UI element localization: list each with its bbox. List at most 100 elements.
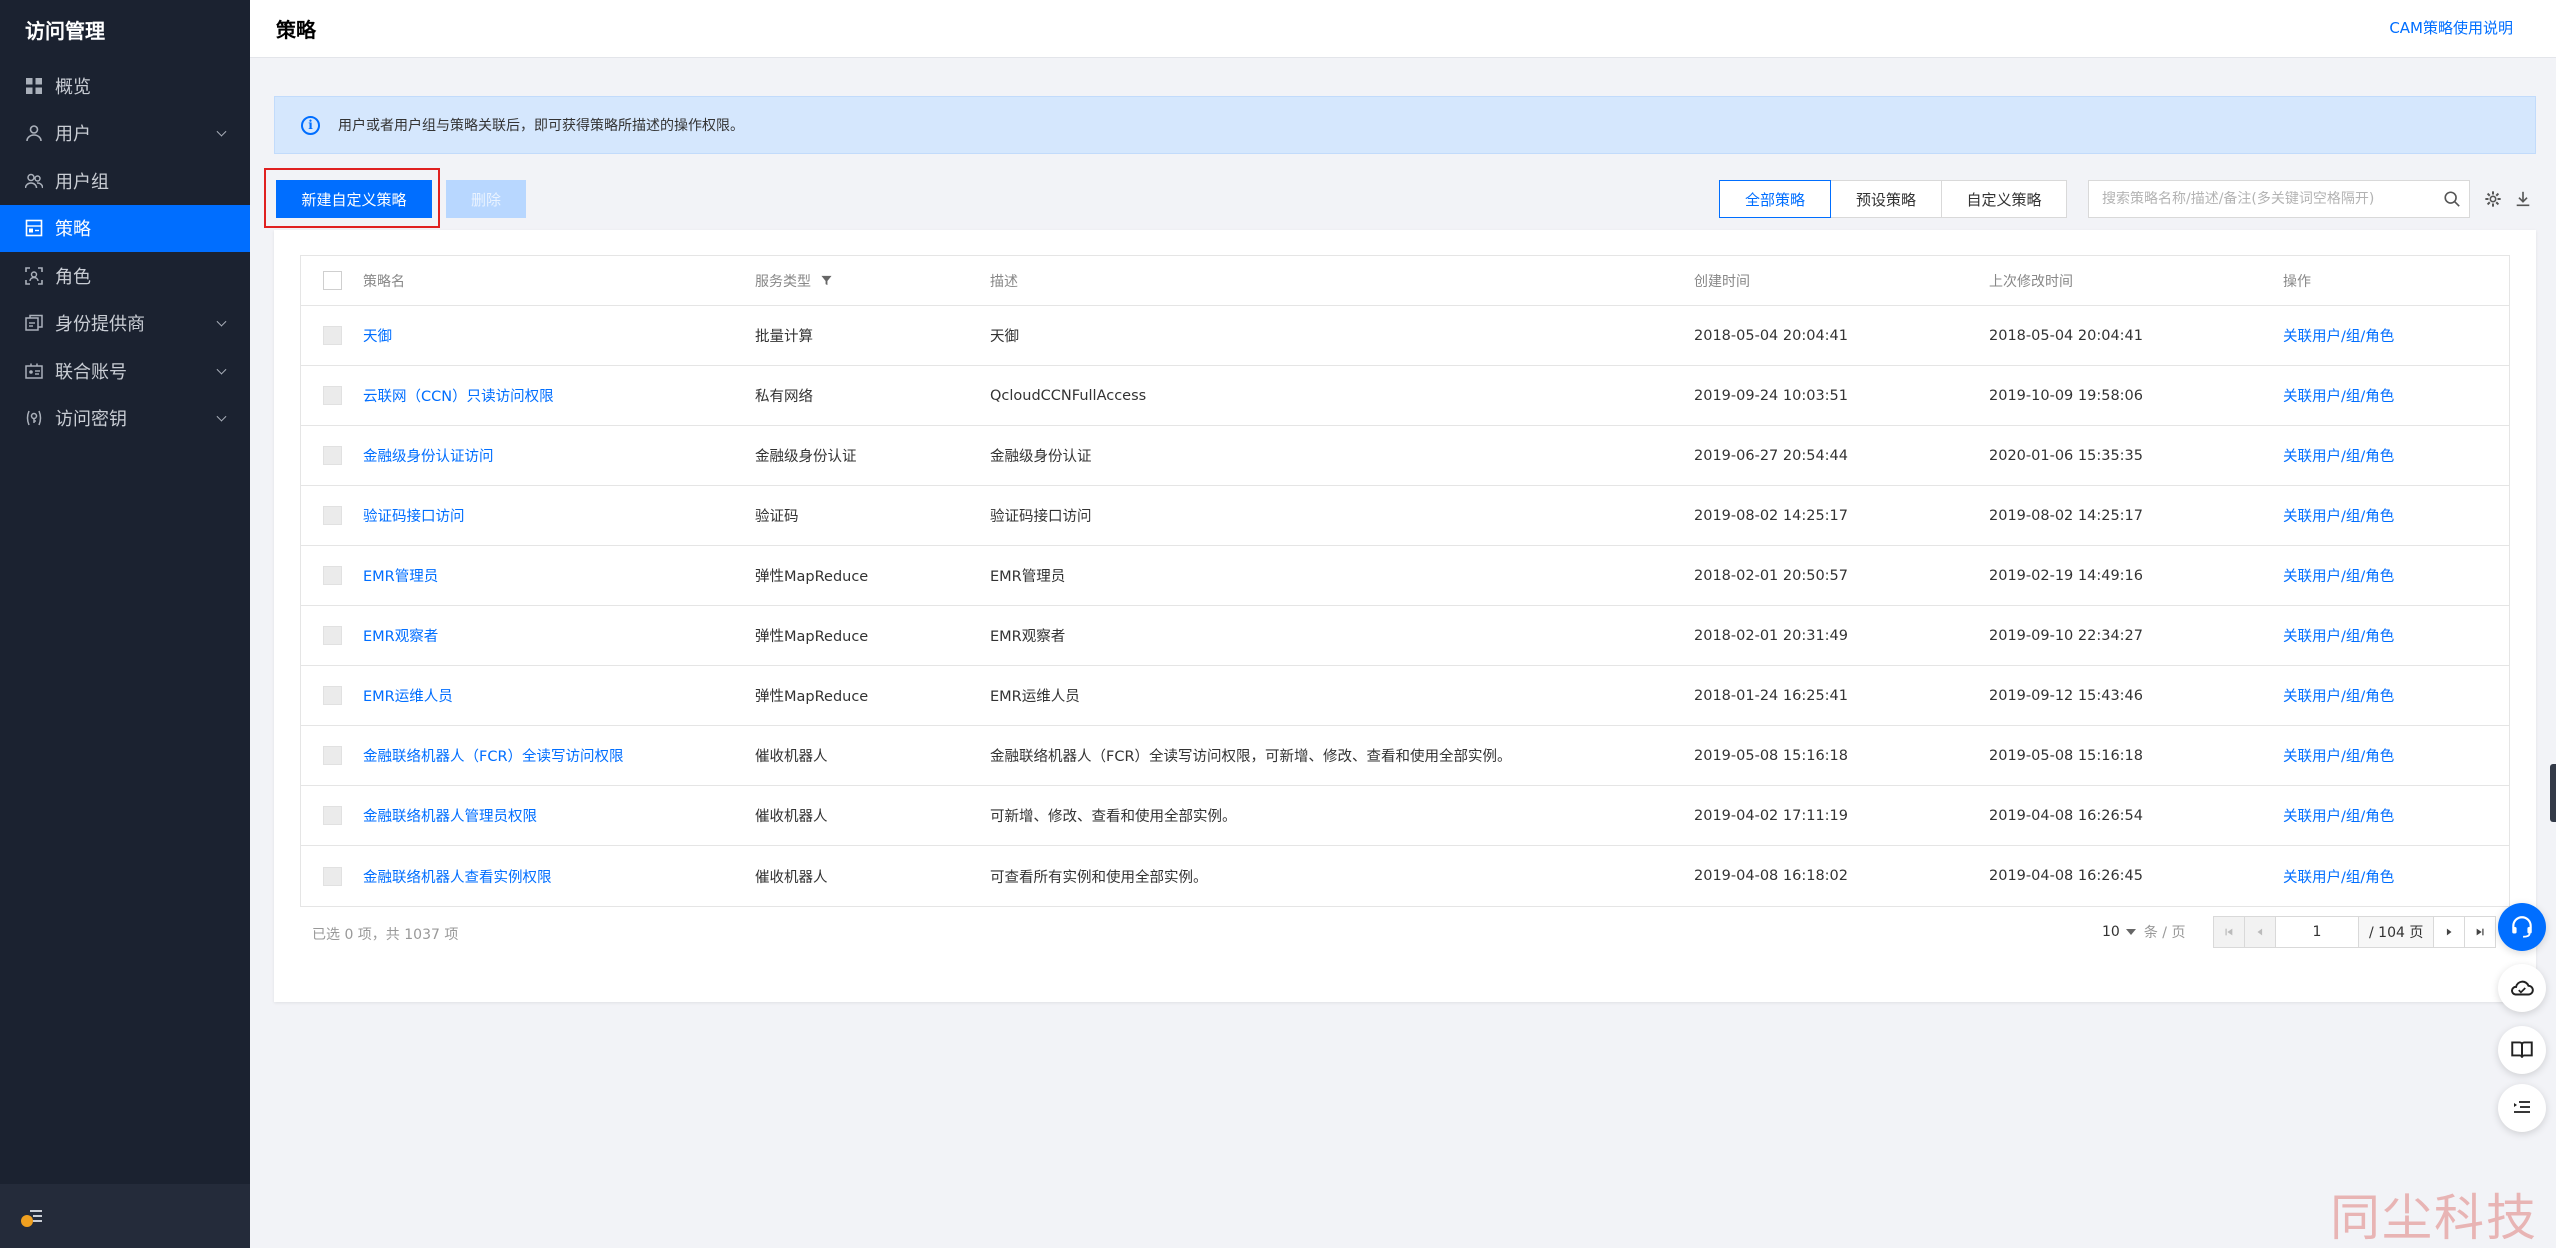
page-number-input[interactable] — [2275, 916, 2359, 948]
create-custom-policy-button[interactable]: 新建自定义策略 — [276, 180, 432, 218]
updated-time-cell: 2018-05-04 20:04:41 — [1989, 327, 2143, 344]
row-checkbox[interactable] — [322, 446, 342, 465]
settings-gear-icon[interactable] — [2482, 188, 2504, 210]
last-page-button[interactable] — [2464, 916, 2497, 948]
policy-name-link[interactable]: EMR管理员 — [363, 569, 438, 585]
sidebar: 访问管理 概览用户用户组策略角色 身份提供商联合账号访问密钥 — [0, 0, 250, 1248]
created-time-cell: 2019-04-08 16:18:02 — [1694, 868, 1848, 884]
info-banner-text: 用户或者用户组与策略关联后，即可获得策略所描述的操作权限。 — [338, 118, 744, 134]
menu-list-button[interactable] — [2498, 1084, 2546, 1132]
policy-icon — [25, 219, 43, 237]
total-pages-label: / 104 页 — [2358, 916, 2435, 948]
associate-user-group-role-link[interactable]: 关联用户/组/角色 — [2283, 629, 2394, 645]
select-all-checkbox[interactable] — [322, 271, 342, 290]
collapse-menu-icon[interactable] — [18, 1204, 44, 1230]
updated-time-cell: 2019-02-19 14:49:16 — [1989, 567, 2143, 584]
policy-search-input[interactable] — [2102, 191, 2435, 207]
associate-user-group-role-link[interactable]: 关联用户/组/角色 — [2283, 809, 2394, 825]
created-time-cell: 2019-08-02 14:25:17 — [1694, 507, 1848, 524]
sidebar-item-label: 联合账号 — [55, 361, 127, 383]
tab-custom-policies[interactable]: 自定义策略 — [1941, 180, 2067, 218]
policy-name-link[interactable]: EMR观察者 — [363, 629, 438, 645]
updated-time-cell: 2020-01-06 15:35:35 — [1989, 447, 2143, 464]
cloud-service-button[interactable] — [2498, 964, 2546, 1012]
sidebar-item-label: 用户组 — [55, 171, 109, 193]
dashboard-icon — [25, 77, 43, 95]
table-body: 天御 批量计算 天御 2018-05-04 20:04:41 2018-05-04 20… — [301, 306, 2509, 906]
page-size-select[interactable]: 10 条 / 页 — [2102, 922, 2185, 942]
next-page-button[interactable] — [2433, 916, 2466, 948]
sidebar-item-identity-provider[interactable]: 身份提供商 — [0, 300, 250, 348]
associate-user-group-role-link[interactable]: 关联用户/组/角色 — [2283, 389, 2394, 405]
sidebar-item-dashboard[interactable]: 概览 — [0, 62, 250, 110]
headset-icon — [2512, 916, 2532, 938]
row-checkbox[interactable] — [322, 686, 342, 705]
policy-name-link[interactable]: 金融联络机器人查看实例权限 — [363, 870, 552, 886]
cloud-icon — [2511, 980, 2534, 996]
row-checkbox[interactable] — [322, 746, 342, 765]
policy-name-link[interactable]: EMR运维人员 — [363, 689, 453, 705]
table-row: EMR运维人员 弹性MapReduce EMR运维人员 2018-01-24 16:2… — [301, 666, 2509, 726]
policy-name-link[interactable]: 验证码接口访问 — [363, 509, 465, 525]
sidebar-item-user[interactable]: 用户 — [0, 110, 250, 158]
side-drawer-tab[interactable] — [2550, 764, 2556, 822]
sidebar-item-federated-account[interactable]: 联合账号 — [0, 347, 250, 395]
updated-time-cell: 2019-08-02 14:25:17 — [1989, 507, 2143, 524]
updated-time-cell: 2019-05-08 15:16:18 — [1989, 747, 2143, 764]
policy-search-box — [2088, 180, 2470, 218]
associate-user-group-role-link[interactable]: 关联用户/组/角色 — [2283, 509, 2394, 525]
delete-button[interactable]: 删除 — [446, 180, 526, 218]
user-icon — [25, 124, 43, 142]
sidebar-nav: 概览用户用户组策略角色 身份提供商联合账号访问密钥 — [0, 62, 250, 442]
associate-user-group-role-link[interactable]: 关联用户/组/角色 — [2283, 749, 2394, 765]
table-row: 天御 批量计算 天御 2018-05-04 20:04:41 2018-05-04 20… — [301, 306, 2509, 366]
download-icon[interactable] — [2512, 188, 2534, 210]
sidebar-item-policy[interactable]: 策略 — [0, 204, 250, 252]
service-type-cell: 批量计算 — [755, 329, 813, 345]
associate-user-group-role-link[interactable]: 关联用户/组/角色 — [2283, 449, 2394, 465]
service-type-cell: 弹性MapReduce — [755, 629, 869, 645]
chevron-down-icon — [216, 364, 227, 375]
role-icon — [25, 266, 43, 285]
access-key-icon — [25, 409, 43, 427]
service-type-cell: 催收机器人 — [755, 749, 828, 765]
prev-page-button[interactable] — [2244, 916, 2276, 948]
filter-icon[interactable] — [821, 274, 832, 290]
row-checkbox[interactable] — [322, 326, 342, 345]
documentation-button[interactable] — [2498, 1026, 2546, 1074]
row-checkbox[interactable] — [322, 626, 342, 645]
policy-name-link[interactable]: 金融联络机器人管理员权限 — [363, 809, 537, 825]
row-checkbox[interactable] — [322, 866, 342, 886]
tab-preset-policies[interactable]: 预设策略 — [1830, 180, 1942, 218]
user-group-icon — [25, 172, 43, 190]
policy-name-link[interactable]: 云联网（CCN）只读访问权限 — [363, 389, 554, 405]
policy-name-link[interactable]: 天御 — [363, 329, 392, 345]
policy-name-link[interactable]: 金融级身份认证访问 — [363, 449, 494, 465]
row-checkbox[interactable] — [322, 386, 342, 405]
row-checkbox[interactable] — [322, 506, 342, 525]
row-checkbox[interactable] — [322, 806, 342, 825]
sidebar-item-label: 用户 — [55, 124, 91, 146]
associate-user-group-role-link[interactable]: 关联用户/组/角色 — [2283, 689, 2394, 705]
row-checkbox[interactable] — [322, 566, 342, 585]
sidebar-title: 访问管理 — [25, 19, 105, 43]
first-page-button[interactable] — [2213, 916, 2245, 948]
sidebar-item-role[interactable]: 角色 — [0, 252, 250, 300]
search-icon[interactable] — [2435, 181, 2469, 217]
associate-user-group-role-link[interactable]: 关联用户/组/角色 — [2283, 569, 2394, 585]
customer-service-button[interactable] — [2498, 903, 2546, 951]
sidebar-item-access-key[interactable]: 访问密钥 — [0, 395, 250, 443]
prev-page-icon — [2257, 928, 2263, 936]
page-title: 策略 — [276, 18, 316, 42]
header-policy-name: 策略名 — [363, 273, 405, 290]
associate-user-group-role-link[interactable]: 关联用户/组/角色 — [2283, 329, 2394, 345]
associate-user-group-role-link[interactable]: 关联用户/组/角色 — [2283, 870, 2394, 886]
sidebar-item-label: 策略 — [55, 219, 91, 241]
tab-all-policies[interactable]: 全部策略 — [1719, 180, 1831, 218]
cam-policy-doc-link[interactable]: CAM策略使用说明 — [2389, 17, 2513, 38]
description-cell: EMR观察者 — [990, 629, 1066, 645]
page-size-value: 10 — [2102, 924, 2120, 940]
policy-name-link[interactable]: 金融联络机器人（FCR）全读写访问权限 — [363, 749, 624, 765]
sidebar-item-user-group[interactable]: 用户组 — [0, 157, 250, 205]
table-row: 金融联络机器人管理员权限 催收机器人 可新增、修改、查看和使用全部实例。 2019-0… — [301, 786, 2509, 846]
